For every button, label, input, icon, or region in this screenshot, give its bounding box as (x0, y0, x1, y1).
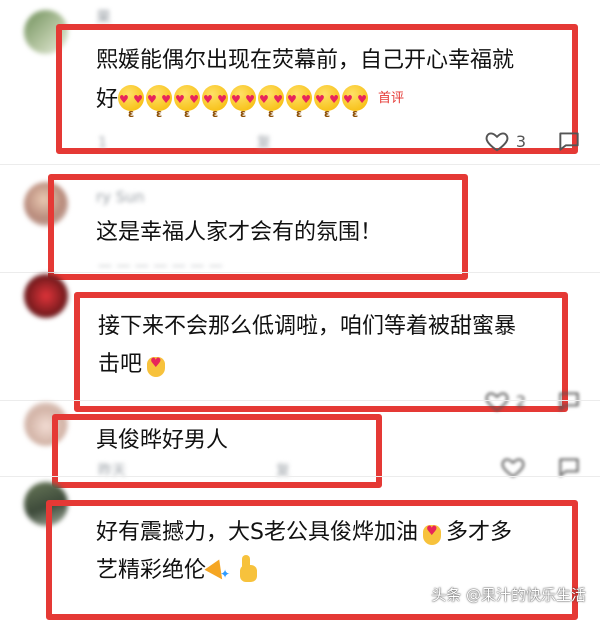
comment-item: 果 熙媛能偶尔出现在荧幕前，自己开心幸福就 好ɛɛɛɛɛɛɛɛɛ首评 1复 3 (0, 0, 600, 162)
avatar[interactable] (24, 274, 68, 318)
comment-bubble-icon[interactable] (556, 128, 582, 154)
comment-text-line: 这是幸福人家才会有的氛围！ (96, 220, 383, 245)
kissing-face-emoji-icon: ɛ (286, 81, 313, 120)
divider (0, 272, 600, 273)
comment-text: 这是幸福人家才会有的氛围！ (96, 214, 382, 252)
kissing-face-emoji-icon: ɛ (258, 81, 285, 120)
kissing-face-emoji-icon: ɛ (174, 81, 201, 120)
comment-time: 1 (98, 135, 107, 151)
kissing-face-emoji-icon: ɛ (118, 81, 145, 120)
comment-meta: 昨天复 (98, 460, 290, 480)
like-button[interactable]: 3 (484, 128, 526, 154)
heart-hand-emoji-icon (144, 345, 168, 383)
comment-text-line: 接下来不会那么低调啦，咱们等着被甜蜜暴 (98, 314, 517, 339)
kissing-face-emoji-icon: ɛ (314, 81, 341, 120)
divider (0, 164, 600, 165)
comment-text-line: 多才多 (445, 520, 512, 545)
comment-text: 好有震撼力，大S老公具俊烨加油 多才多 艺精彩绝伦 (96, 513, 512, 593)
comment-text-line: 熙媛能偶尔出现在荧幕前，自己开心幸福就 (96, 48, 515, 73)
watermark: 头条 @果汁的快乐生活 (431, 586, 586, 604)
divider (0, 476, 600, 477)
comment-meta: 1复 (98, 132, 271, 152)
comment-actions: 3 (484, 128, 582, 154)
first-comment-badge: 首评 (378, 91, 405, 106)
comment-text-line: 好 (96, 87, 119, 112)
kissing-face-emoji-icon: ɛ (146, 81, 173, 120)
comment-item: 具俊晔好男人 昨天复 (0, 402, 600, 488)
comment-item: 接下来不会那么低调啦，咱们等着被甜蜜暴 击吧 2 (0, 274, 600, 412)
comment-text-line: 击吧 (98, 352, 143, 377)
kissing-face-emoji-icon: ɛ (342, 81, 369, 120)
kissing-face-emoji-icon: ɛ (230, 81, 257, 120)
comment-item: ry Sun 这是幸福人家才会有的氛围！ — — — — — — — (0, 166, 600, 280)
heart-hand-emoji-icon (420, 513, 444, 551)
comment-text: 接下来不会那么低调啦，咱们等着被甜蜜暴 击吧 (98, 308, 516, 384)
comment-text: 具俊晔好男人 (96, 422, 228, 460)
reply-link[interactable]: 复 (257, 135, 271, 151)
kissing-face-emoji-icon: ɛ (202, 81, 229, 120)
comment-text-line: 好有震撼力，大S老公具俊烨加油 (96, 520, 418, 545)
divider (0, 400, 600, 401)
heart-outline-icon (485, 132, 509, 152)
thumbs-up-emoji-icon (232, 555, 258, 583)
comment-text-line: 艺精彩绝伦 (96, 558, 207, 583)
party-popper-emoji-icon (206, 555, 230, 593)
emoji-row: ɛɛɛɛɛɛɛɛɛ (118, 81, 370, 120)
comment-text: 熙媛能偶尔出现在荧幕前，自己开心幸福就 好ɛɛɛɛɛɛɛɛɛ首评 (96, 42, 515, 120)
comment-text-line: 具俊晔好男人 (96, 428, 229, 453)
like-count: 3 (515, 131, 526, 151)
